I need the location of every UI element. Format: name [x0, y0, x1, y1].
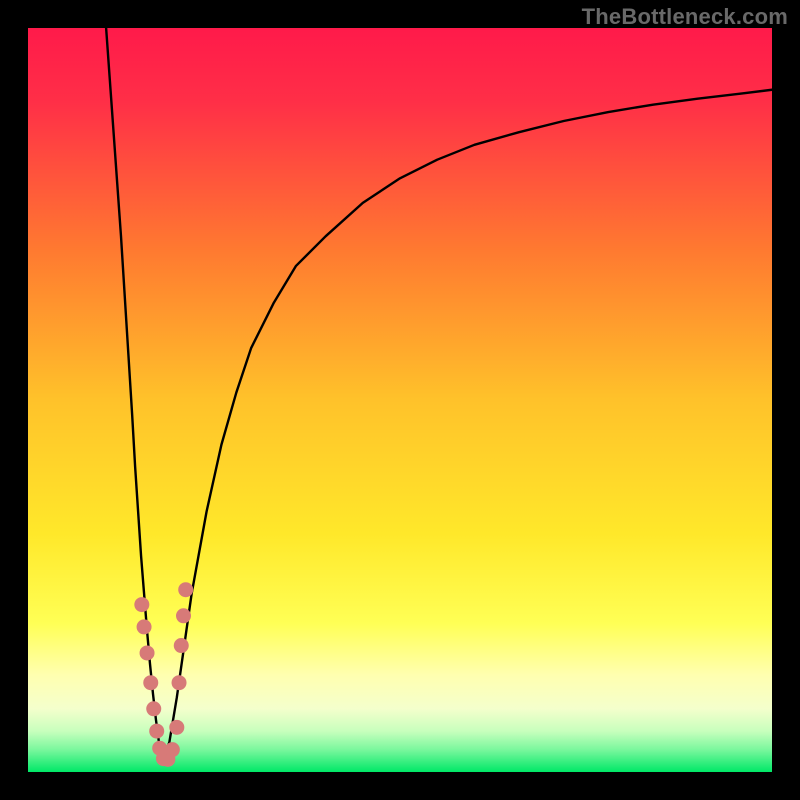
data-marker — [178, 582, 193, 597]
data-marker — [143, 675, 158, 690]
data-marker — [137, 619, 152, 634]
data-marker — [174, 638, 189, 653]
data-marker — [176, 608, 191, 623]
data-marker — [169, 720, 184, 735]
watermark-text: TheBottleneck.com — [582, 4, 788, 30]
data-marker — [134, 597, 149, 612]
chart-frame: TheBottleneck.com — [0, 0, 800, 800]
data-marker — [140, 645, 155, 660]
data-marker — [172, 675, 187, 690]
data-marker — [165, 742, 180, 757]
data-marker — [146, 701, 161, 716]
marker-group — [134, 582, 193, 767]
curve-right-branch — [162, 90, 772, 761]
data-marker — [149, 724, 164, 739]
plot-area — [28, 28, 772, 772]
curves-layer — [28, 28, 772, 772]
